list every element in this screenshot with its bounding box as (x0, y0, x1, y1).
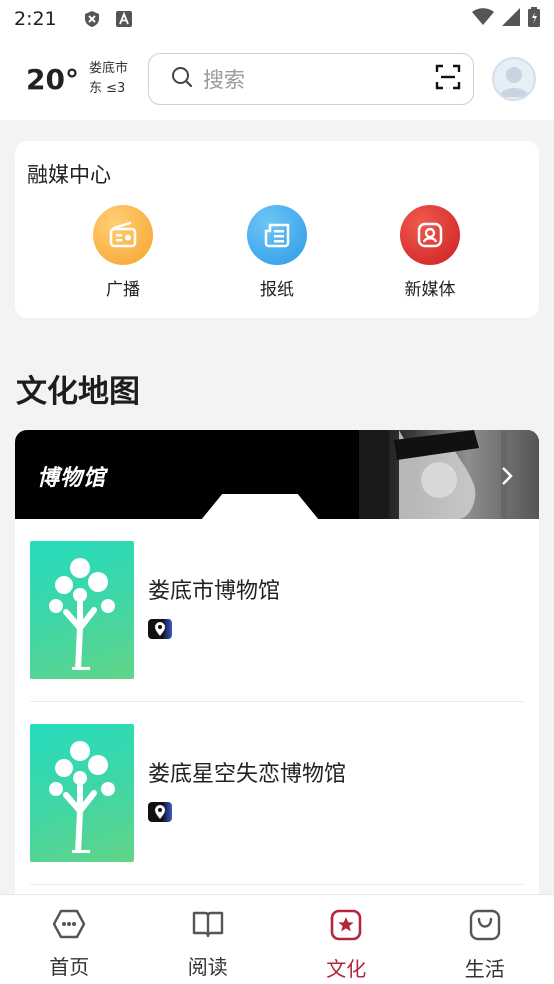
media-center-title: 融媒中心 (27, 163, 111, 187)
temperature: 20° (26, 62, 79, 96)
section-title-culture-map: 文化地图 (16, 374, 140, 410)
media-item-label: 报纸 (260, 280, 294, 300)
bottom-nav: 首页 阅读 文化 生活 (0, 894, 554, 984)
museum-list-item[interactable]: 娄底星空失恋博物馆 (30, 702, 524, 885)
museum-list-item[interactable]: 娄底市博物馆 (30, 519, 524, 702)
home-icon (52, 909, 86, 943)
nav-item-home[interactable]: 首页 (0, 895, 139, 984)
weather-wind: 东 ≤3 (88, 81, 126, 96)
shield-icon (83, 10, 101, 28)
banner-tab-notch (201, 494, 319, 520)
scan-icon[interactable] (435, 64, 461, 94)
weather-city: 娄底市 (88, 61, 128, 76)
location-pin-icon (148, 619, 172, 639)
banner-title: 博物馆 (37, 466, 107, 491)
nav-label: 首页 (49, 955, 90, 979)
chevron-right-icon[interactable] (501, 466, 513, 490)
battery-icon (528, 6, 540, 32)
status-time: 2:21 (14, 8, 57, 30)
museum-thumbnail (30, 541, 134, 679)
wifi-icon (472, 7, 494, 31)
media-item-radio[interactable]: 广播 (68, 205, 178, 300)
media-item-label: 新媒体 (404, 280, 456, 300)
media-item-label: 广播 (106, 280, 140, 300)
nav-item-read[interactable]: 阅读 (139, 895, 278, 984)
signal-icon (502, 7, 520, 31)
nav-label: 阅读 (187, 955, 228, 979)
nav-label: 生活 (464, 957, 505, 981)
search-bar[interactable]: 搜索 (147, 53, 474, 105)
museum-thumbnail (30, 724, 134, 862)
search-placeholder: 搜索 (202, 68, 245, 92)
nav-item-life[interactable]: 生活 (416, 895, 554, 984)
media-item-newspaper[interactable]: 报纸 (222, 205, 332, 300)
media-item-new-media[interactable]: 新媒体 (375, 205, 485, 300)
museum-name: 娄底星空失恋博物馆 (148, 762, 347, 787)
nav-item-culture[interactable]: 文化 (277, 895, 416, 984)
museum-name: 娄底市博物馆 (148, 579, 281, 604)
new-media-icon (400, 205, 460, 265)
newspaper-icon (247, 205, 307, 265)
media-center-card: 融媒中心 广播 报纸 新媒体 (15, 141, 539, 318)
culture-icon (330, 909, 362, 945)
top-header: 20° 娄底市 东 ≤3 搜索 (0, 38, 554, 120)
museum-card: 博物馆 娄底市博物馆 娄底星空失恋博物馆 (15, 430, 539, 900)
weather-info[interactable]: 娄底市 东 ≤3 (89, 59, 128, 99)
shopping-bag-icon (469, 909, 501, 945)
status-bar: 2:21 (0, 0, 554, 38)
search-icon (171, 66, 193, 92)
museum-banner[interactable]: 博物馆 (15, 430, 539, 520)
location-pin-icon (148, 802, 172, 822)
avatar[interactable] (491, 57, 536, 101)
notification-a-icon (115, 10, 133, 28)
radio-icon (93, 205, 153, 265)
nav-label: 文化 (326, 957, 367, 981)
book-icon (192, 909, 224, 943)
